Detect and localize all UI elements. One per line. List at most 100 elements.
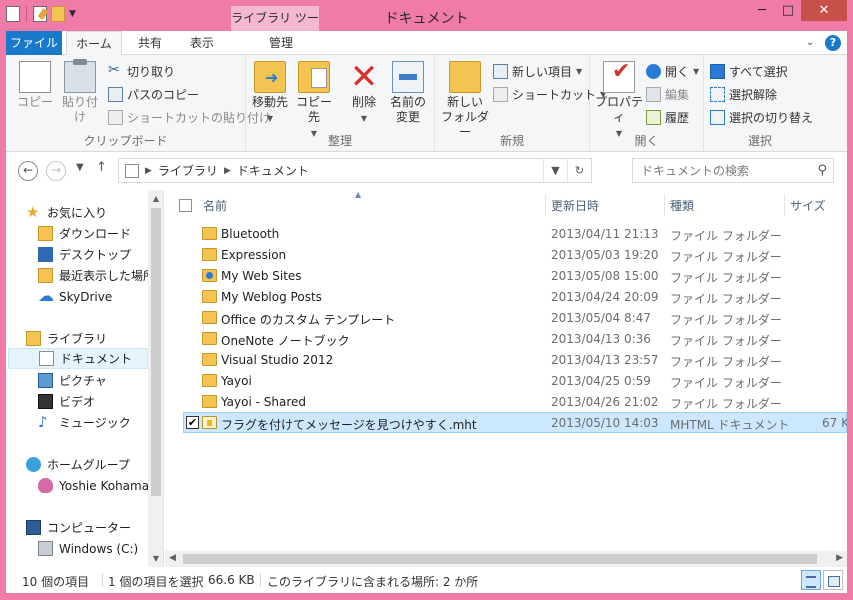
mht-file-icon [202,416,217,429]
minimize-button[interactable]: ─ [749,0,775,21]
copy-to-button[interactable]: コピー先 ▼ [292,61,336,141]
chevron-down-icon[interactable]: ⌄ [803,36,817,50]
user-icon [38,478,53,493]
column-header-size[interactable]: サイズ [790,197,826,214]
properties-button[interactable]: プロパティ▼ [594,61,644,141]
file-list-horizontal-scrollbar[interactable]: ◀ ▶ [165,551,847,567]
delete-label: 削除 [351,95,376,109]
history-button[interactable]: 履歴 [646,109,689,126]
invert-selection-button[interactable]: 選択の切り替え [710,109,813,126]
shortcut-icon [493,87,508,102]
file-row[interactable]: OneNote ノートブック 2013/04/13 0:36 ファイル フォルダ… [165,329,847,350]
file-row-selected[interactable]: ✔ フラグを付けてメッセージを見つけやすく.mht 2013/05/10 14:… [183,412,847,433]
file-row[interactable]: Office のカスタム テンプレート 2013/05/04 8:47 ファイル… [165,308,847,329]
file-row[interactable]: My Web Sites 2013/05/08 15:00 ファイル フォルダー [165,266,847,287]
search-placeholder: ドキュメントの検索 [641,164,750,178]
maximize-button[interactable]: □ [775,0,801,21]
paste-button[interactable]: 貼り付け [58,59,102,125]
address-dropdown-icon[interactable]: ▼ [543,159,567,182]
tab-share[interactable]: 共有 [130,31,170,55]
column-divider[interactable] [545,194,546,216]
content-area: ★ お気に入り ダウンロード デスクトップ 最近表示した場所 ☁ SkyDriv… [6,190,847,567]
select-all-checkbox[interactable] [179,199,192,212]
column-header-type[interactable]: 種類 [670,197,694,214]
row-checkbox[interactable]: ✔ [186,416,199,429]
select-none-label: 選択解除 [729,88,778,102]
nav-item-computer[interactable]: コンピューター [26,517,131,538]
file-row[interactable]: Visual Studio 2012 2013/04/13 23:57 ファイル… [165,350,847,371]
file-date: 2013/04/25 0:59 [551,374,651,388]
nav-item-homegroup[interactable]: ホームグループ [26,454,130,475]
nav-item-recent-places[interactable]: 最近表示した場所 [38,265,155,286]
nav-item-documents[interactable]: ドキュメント [8,348,148,369]
scissors-icon [108,62,123,79]
search-icon[interactable]: ⚲ [817,163,827,178]
nav-item-downloads[interactable]: ダウンロード [38,223,131,244]
help-icon[interactable]: ? [825,35,841,51]
copy-button[interactable]: コピー [14,61,56,110]
invert-selection-label: 選択の切り替え [729,111,814,125]
scroll-up-icon[interactable]: ▲ [148,194,163,203]
select-all-button[interactable]: すべて選択 [710,63,788,80]
new-folder-button[interactable]: 新しい フォルダー [437,61,493,140]
library-locations: このライブラリに含まれる場所: 2 か所 [267,575,479,589]
file-row[interactable]: Bluetooth 2013/04/11 21:13 ファイル フォルダー [165,224,847,245]
breadcrumb-documents[interactable]: ドキュメント [237,162,309,179]
scroll-down-icon[interactable]: ▼ [148,554,163,563]
address-bar[interactable]: ▶ ライブラリ ▶ ドキュメント ▼ ↻ [118,158,592,183]
column-header-date[interactable]: 更新日時 [551,197,599,214]
nav-item-videos[interactable]: ビデオ [38,391,95,412]
file-type: ファイル フォルダー [670,334,782,348]
scroll-left-icon[interactable]: ◀ [169,553,176,563]
nav-pane-scroll-thumb[interactable] [151,208,161,496]
close-button[interactable]: ✕ [801,0,847,21]
nav-item-favorites[interactable]: ★ お気に入り [26,202,107,223]
tab-home[interactable]: ホーム [66,31,122,56]
tab-manage[interactable]: 管理 [237,31,325,55]
back-button[interactable]: ← [18,161,38,181]
column-divider[interactable] [784,194,785,216]
nav-item-drive-c[interactable]: Windows (C:) [38,538,138,559]
horizontal-scroll-thumb[interactable] [183,554,817,564]
nav-item-music[interactable]: ♪ ミュージック [38,412,131,433]
recent-locations-icon[interactable]: ▼ [76,162,84,173]
copy-path-icon [108,87,123,102]
nav-item-desktop[interactable]: デスクトップ [38,244,131,265]
large-icons-view-icon[interactable] [823,570,843,590]
breadcrumb-separator-icon[interactable]: ▶ [224,166,231,176]
nav-item-skydrive[interactable]: ☁ SkyDrive [38,286,112,307]
open-button[interactable]: 開く ▼ [646,63,699,80]
scroll-right-icon[interactable]: ▶ [836,553,843,563]
refresh-icon[interactable]: ↻ [567,159,591,182]
details-view-icon[interactable] [801,570,821,590]
file-row[interactable]: Expression 2013/05/03 19:20 ファイル フォルダー [165,245,847,266]
forward-button[interactable]: → [46,161,66,181]
cut-button[interactable]: 切り取り [108,62,175,80]
view-switcher [801,570,843,590]
invert-selection-icon [710,110,725,125]
file-row[interactable]: Yayoi - Shared 2013/04/26 21:02 ファイル フォル… [165,392,847,413]
copy-path-button[interactable]: パスのコピー [108,86,199,103]
ribbon-tabs: ファイル ホーム 共有 表示 管理 ⌄ ? [6,31,847,56]
delete-button[interactable]: ✕ 削除 ▼ [344,60,384,126]
breadcrumb-separator-icon[interactable]: ▶ [145,166,152,176]
breadcrumb-library[interactable]: ライブラリ [158,162,218,179]
edit-button[interactable]: 編集 [646,86,689,103]
tab-file[interactable]: ファイル [6,31,62,55]
nav-pane-scrollbar[interactable]: ▲ ▼ [148,190,163,567]
file-row[interactable]: Yayoi 2013/04/25 0:59 ファイル フォルダー [165,371,847,392]
select-none-button[interactable]: 選択解除 [710,86,777,103]
nav-item-user[interactable]: Yoshie Kohama [38,475,149,496]
nav-item-pictures[interactable]: ピクチャ [38,370,107,391]
search-input[interactable]: ドキュメントの検索 ⚲ [632,158,834,183]
rename-button[interactable]: 名前の 変更 [386,61,430,125]
new-item-button[interactable]: 新しい項目 ▼ [493,63,582,80]
column-header-name[interactable]: 名前 [203,197,227,214]
column-divider[interactable] [664,194,665,216]
clipboard-group: コピー 貼り付け 切り取り パスのコピー ショートカットの貼り付け クリップボー… [6,55,271,152]
move-to-button[interactable]: 移動先 ▼ [250,61,290,126]
tab-view[interactable]: 表示 [182,31,222,55]
up-arrow-icon[interactable]: ↑ [96,160,107,175]
file-row[interactable]: My Weblog Posts 2013/04/24 20:09 ファイル フォ… [165,287,847,308]
nav-item-libraries[interactable]: ライブラリ [26,328,107,349]
